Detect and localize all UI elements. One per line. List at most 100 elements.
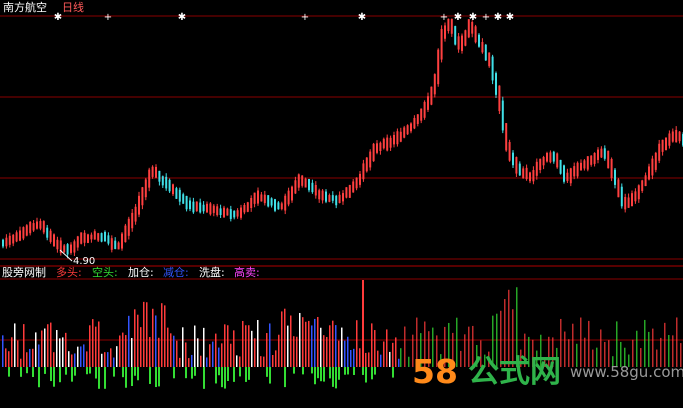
candle-body <box>474 26 477 43</box>
candle-body <box>348 184 351 198</box>
bear-bar <box>320 367 322 382</box>
signal-bar <box>356 320 358 367</box>
signal-bar <box>74 353 76 367</box>
candle-body <box>617 179 620 198</box>
signal-bar <box>290 315 292 367</box>
candle-body <box>287 190 290 205</box>
candle-body <box>2 239 4 247</box>
candle-body <box>185 195 188 210</box>
signal-bar <box>317 316 319 367</box>
candle-body <box>42 221 45 233</box>
signal-bar <box>329 325 331 367</box>
candle-body <box>583 160 586 169</box>
legend-bull: 多头: <box>56 266 82 279</box>
signal-bar <box>5 348 7 367</box>
candle-body <box>127 218 130 236</box>
candle-body <box>413 117 416 129</box>
signal-bar <box>125 335 127 367</box>
signal-bar <box>383 341 385 367</box>
signal-bar <box>320 327 322 367</box>
bear-bar <box>104 367 106 389</box>
candle-body <box>457 36 460 50</box>
bear-bar <box>20 367 22 377</box>
candle-body <box>399 131 402 142</box>
bear-bar <box>191 367 193 379</box>
watermark-text: 公式网 <box>468 354 561 390</box>
bear-bar <box>227 367 229 381</box>
candle-body <box>172 184 174 195</box>
bear-bar <box>302 367 304 375</box>
signal-bar <box>92 319 94 367</box>
candle-body <box>539 158 542 171</box>
signal-bar <box>149 337 151 367</box>
bear-bar <box>125 367 127 388</box>
bear-bar <box>392 367 394 378</box>
candle-body <box>277 202 280 210</box>
candle-body <box>161 176 164 186</box>
candle-body <box>223 207 225 218</box>
bear-bar <box>38 367 40 388</box>
candle-body <box>648 166 650 180</box>
bear-bar <box>8 367 10 377</box>
candle-body <box>189 200 191 210</box>
candle-body <box>484 44 487 61</box>
signal-mark-2: + <box>104 12 112 23</box>
candle-body <box>590 155 593 165</box>
candle-body <box>158 170 161 182</box>
candle-body <box>593 152 596 164</box>
candle-body <box>444 25 446 39</box>
kline-chart[interactable]: ✱ + ✱ + ✱ + ✱ ✱ + ✱ ✱ <box>0 0 683 408</box>
signal-bar <box>209 344 211 367</box>
candle-body <box>542 157 545 166</box>
signal-bar <box>377 350 379 367</box>
candle-body <box>5 237 8 247</box>
candle-body <box>406 125 409 135</box>
signal-bar <box>44 328 46 367</box>
signal-mark-1: ✱ <box>54 12 62 23</box>
signal-bar <box>2 335 4 367</box>
stock-name: 南方航空 <box>3 1 47 14</box>
bear-bar <box>89 367 91 374</box>
signal-bar <box>17 340 19 367</box>
candle-body <box>260 194 263 202</box>
signal-bar <box>146 302 148 367</box>
candle-body <box>93 231 96 240</box>
bear-bar <box>98 367 100 389</box>
candle-body <box>525 167 528 180</box>
candle-body <box>32 223 35 231</box>
candle-body <box>243 204 246 213</box>
signal-bar <box>392 342 394 367</box>
signal-bar <box>335 325 337 367</box>
candle-body <box>552 151 555 162</box>
candle-body <box>291 186 293 201</box>
candle-body <box>546 152 548 162</box>
indicator-name: 股旁网制 <box>2 266 46 279</box>
legend-high-sell: 高卖: <box>234 266 260 279</box>
candle-body <box>440 28 443 60</box>
bear-bar <box>59 367 61 383</box>
candle-body <box>352 181 355 193</box>
signal-bar <box>314 318 316 367</box>
signal-bar <box>77 346 79 367</box>
signal-bar <box>161 303 163 367</box>
bear-bar <box>74 367 76 376</box>
signal-bar <box>332 320 334 367</box>
candle-body <box>97 233 100 241</box>
bear-bar <box>239 367 241 377</box>
candle-body <box>481 41 484 53</box>
chart-window[interactable]: ✱ + ✱ + ✱ + ✱ ✱ + ✱ ✱ 南方航空 日线 4.90 股旁网制 多头: 空头: 加仓… <box>0 0 683 408</box>
signal-mark-3: ✱ <box>178 12 186 23</box>
signal-bar <box>299 312 301 367</box>
signal-bar <box>305 321 307 367</box>
candle-body <box>512 152 514 166</box>
candle-body <box>70 244 72 253</box>
signal-bar <box>245 325 247 367</box>
bear-bar <box>95 367 97 379</box>
signal-bar <box>389 351 391 367</box>
candle-body <box>124 225 127 243</box>
signal-bar <box>164 305 166 367</box>
signal-bar <box>236 355 238 367</box>
bear-bar <box>245 367 247 382</box>
signal-bar <box>98 321 100 367</box>
candle-body <box>49 230 52 242</box>
